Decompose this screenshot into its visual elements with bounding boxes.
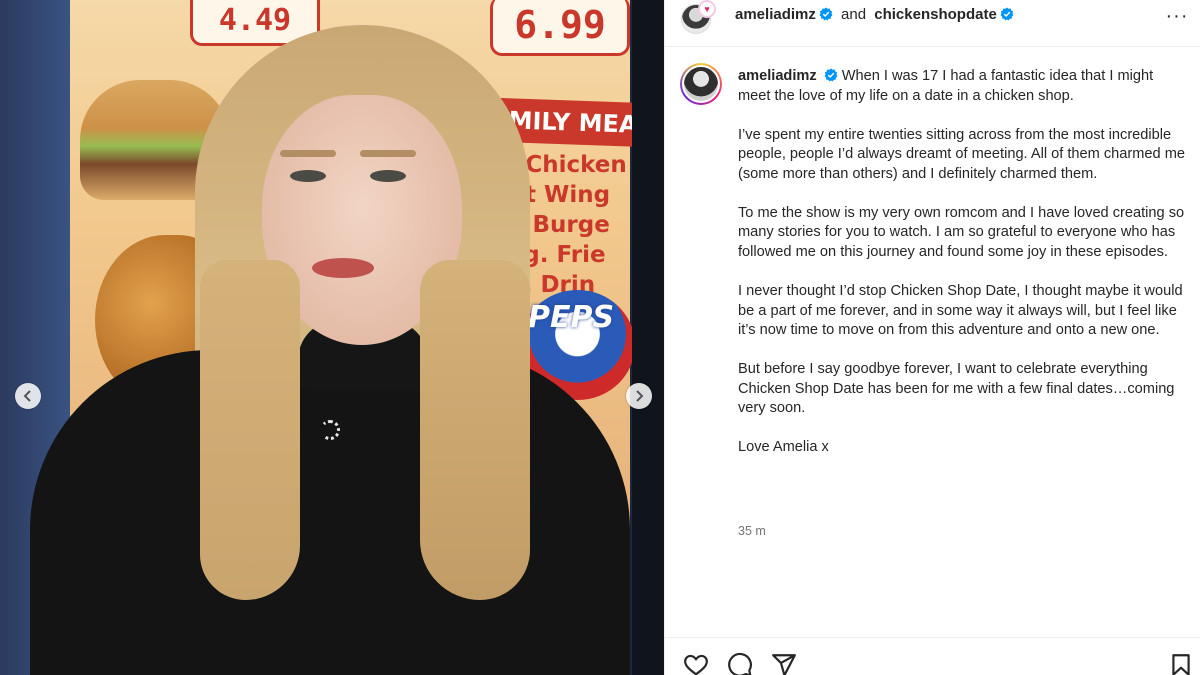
post-authors: ameliadimz and chickenshopdate <box>735 6 1014 23</box>
action-bar <box>665 637 1200 675</box>
caption-paragraph: ameliadimz When I was 17 I had a fantasti… <box>738 67 1186 106</box>
post-image[interactable]: 4.49 6.99 AMILY MEA cs Chicken Hot Wing … <box>0 0 664 675</box>
person-lips <box>312 258 374 278</box>
caption-signoff: Love Amelia x <box>738 439 829 456</box>
pepsi-logo-text: PEPS <box>528 300 615 335</box>
post-timestamp[interactable]: 35 m <box>738 524 766 538</box>
chevron-right-icon <box>636 390 644 402</box>
verified-badge-icon <box>1000 7 1014 21</box>
share-button[interactable] <box>771 652 797 675</box>
like-button[interactable] <box>683 652 709 675</box>
caption-paragraph: I never thought I’d stop Chicken Shop Da… <box>738 282 1183 339</box>
caption-paragraph: But before I say goodbye forever, I want… <box>738 361 1175 417</box>
header-conjunction: and <box>841 6 867 23</box>
person-eyebrow-right <box>360 150 416 157</box>
chevron-left-icon <box>23 390 31 402</box>
comment-icon <box>728 652 752 675</box>
person-eye-left <box>290 170 326 182</box>
person-hair-right <box>420 260 530 600</box>
heart-icon <box>684 654 708 675</box>
sign-frame <box>632 0 664 675</box>
collab-avatar[interactable]: ♥ <box>698 0 716 18</box>
author-username-1[interactable]: ameliadimz <box>735 6 816 23</box>
save-button[interactable] <box>1168 652 1194 675</box>
bookmark-icon <box>1172 654 1190 675</box>
person-hair-left <box>200 260 300 600</box>
carousel-prev-button[interactable] <box>15 383 41 409</box>
caption-paragraph: To me the show is my very own romcom and… <box>738 204 1185 260</box>
verified-badge-icon <box>824 68 838 82</box>
person-eyebrow-left <box>280 150 336 157</box>
caption-paragraph: I’ve spent my entire twenties sitting ac… <box>738 126 1185 182</box>
person-necklace <box>320 420 340 440</box>
caption-username[interactable]: ameliadimz <box>738 68 817 84</box>
comment-button[interactable] <box>727 652 753 675</box>
avatar <box>682 65 720 103</box>
caption-avatar[interactable] <box>680 63 722 105</box>
author-username-2[interactable]: chickenshopdate <box>874 6 997 23</box>
carousel-next-button[interactable] <box>626 383 652 409</box>
more-options-button[interactable]: ··· <box>1165 6 1189 26</box>
post-caption: ameliadimz When I was 17 I had a fantasti… <box>738 67 1186 477</box>
post-header: ♥ ameliadimz and chickenshopdate ··· <box>665 0 1200 47</box>
verified-badge-icon <box>819 7 833 21</box>
menu-price-2: 6.99 <box>490 0 630 56</box>
paper-plane-icon <box>772 654 796 675</box>
post-panel: ♥ ameliadimz and chickenshopdate ··· ame… <box>664 0 1200 675</box>
person-sweater <box>30 350 630 675</box>
person-eye-right <box>370 170 406 182</box>
